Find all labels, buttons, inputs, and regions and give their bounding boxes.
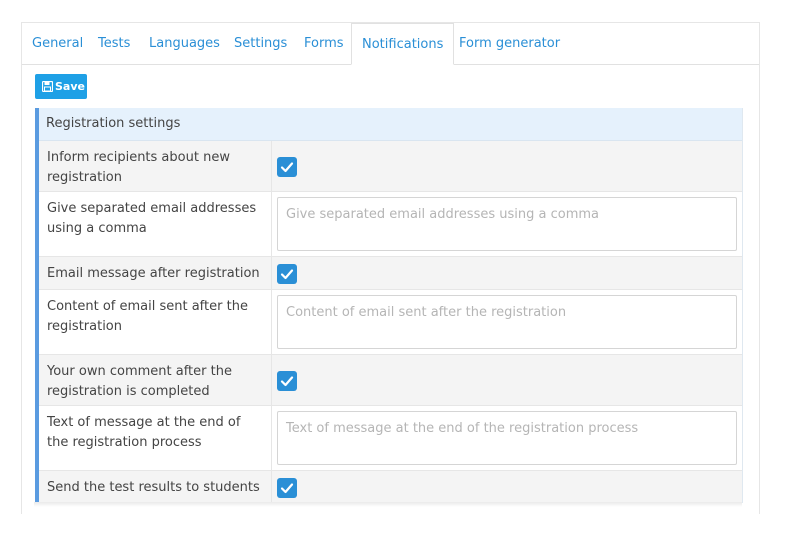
email-message-checkbox[interactable] (277, 264, 297, 284)
table-row: Your own comment after the registration … (39, 355, 742, 406)
row-label: Inform recipients about new registration (39, 141, 272, 191)
panel-bottom-shadow (34, 502, 742, 507)
email-content-input[interactable]: Content of email sent after the registra… (277, 295, 737, 349)
floppy-disk-icon (41, 76, 54, 101)
end-message-input[interactable]: Text of message at the end of the regist… (277, 411, 737, 465)
checkmark-icon (280, 162, 294, 173)
checkmark-icon (280, 483, 294, 494)
table-row: Inform recipients about new registration (39, 141, 742, 192)
checkmark-icon (280, 376, 294, 387)
row-label: Send the test results to students (39, 471, 272, 504)
tab-tests[interactable]: Tests (88, 23, 140, 64)
own-comment-checkbox[interactable] (277, 371, 297, 391)
tab-forms[interactable]: Forms (294, 23, 354, 64)
table-row: Give separated email addresses using a c… (39, 192, 742, 257)
checkmark-icon (280, 269, 294, 280)
settings-card: General Tests Languages Settings Forms N… (21, 22, 760, 514)
row-label: Content of email sent after the registra… (39, 290, 272, 354)
tab-languages[interactable]: Languages (139, 23, 230, 64)
tab-form-generator[interactable]: Form generator (449, 23, 570, 64)
tab-settings[interactable]: Settings (224, 23, 297, 64)
tab-bar: General Tests Languages Settings Forms N… (22, 23, 759, 65)
row-label: Email message after registration (39, 257, 272, 289)
save-button[interactable]: Save (35, 74, 87, 99)
email-addresses-input[interactable]: Give separated email addresses using a c… (277, 197, 737, 251)
inform-recipients-checkbox[interactable] (277, 157, 297, 177)
send-results-checkbox[interactable] (277, 478, 297, 498)
tab-general[interactable]: General (22, 23, 93, 64)
row-label: Your own comment after the registration … (39, 355, 272, 405)
table-row: Send the test results to students (39, 471, 742, 504)
row-label: Give separated email addresses using a c… (39, 192, 272, 256)
tab-notifications[interactable]: Notifications (351, 23, 455, 65)
row-label: Text of message at the end of the regist… (39, 406, 272, 470)
registration-settings-panel: Registration settings Inform recipients … (35, 108, 743, 504)
table-row: Email message after registration (39, 257, 742, 290)
panel-title: Registration settings (39, 108, 742, 141)
save-button-label: Save (55, 80, 85, 93)
table-row: Text of message at the end of the regist… (39, 406, 742, 471)
table-row: Content of email sent after the registra… (39, 290, 742, 355)
